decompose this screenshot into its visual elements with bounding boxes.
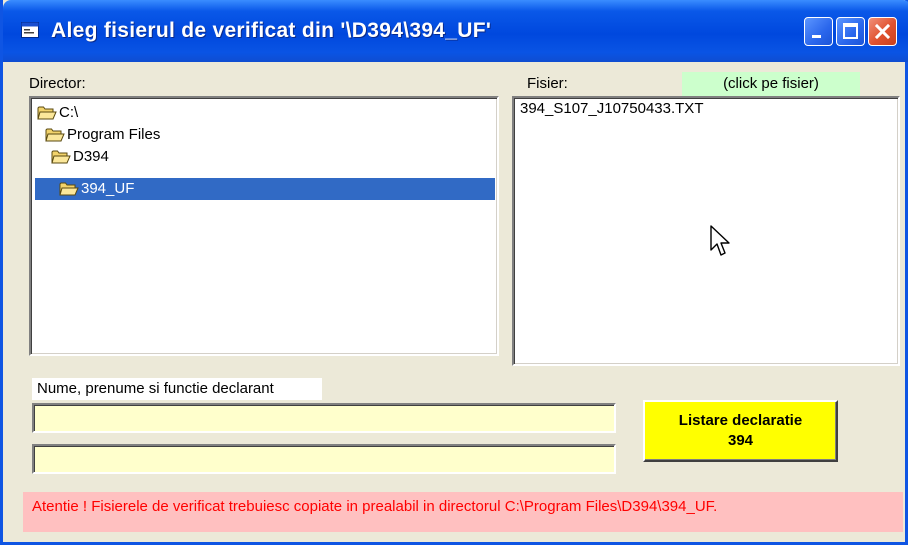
close-icon	[874, 23, 891, 40]
maximize-icon	[843, 23, 858, 39]
button-label-line1: Listare declaratie	[678, 412, 803, 429]
dir-item-d394[interactable]: D394	[51, 146, 477, 168]
folder-open-icon	[51, 150, 71, 164]
director-label: Director:	[29, 75, 86, 92]
dir-item-c[interactable]: C:\	[37, 102, 477, 124]
maximize-button[interactable]	[836, 17, 865, 46]
close-button[interactable]	[868, 17, 897, 46]
warning-message: Atentie ! Fisierele de verificat trebuie…	[23, 492, 903, 532]
dir-item-label: C:\	[59, 104, 79, 121]
click-hint: (click pe fisier)	[682, 72, 860, 96]
file-list[interactable]: 394_S107_J10750433.TXT	[512, 96, 900, 366]
folder-open-icon	[37, 106, 57, 120]
folder-open-icon	[45, 128, 65, 142]
dir-item-394-uf[interactable]: 394_UF	[35, 178, 495, 200]
app-icon	[21, 22, 39, 38]
dir-item-label: 394_UF	[81, 180, 135, 197]
dir-item-label: D394	[73, 148, 109, 165]
mouse-pointer-icon	[710, 225, 730, 256]
directory-list[interactable]: C:\ Program Files D394 394_UF	[29, 96, 499, 356]
folder-open-icon	[59, 182, 79, 196]
minimize-button[interactable]	[804, 17, 833, 46]
fisier-label: Fisier:	[527, 75, 568, 92]
file-item[interactable]: 394_S107_J10750433.TXT	[520, 100, 703, 117]
declarant-name-field[interactable]	[32, 403, 616, 433]
title-bar[interactable]: Aleg fisierul de verificat din '\D394\39…	[3, 0, 908, 62]
dir-item-label: Program Files	[67, 126, 161, 143]
window-title: Aleg fisierul de verificat din '\D394\39…	[51, 19, 492, 42]
declarant-label: Nume, prenume si functie declarant	[32, 378, 322, 400]
dialog-window: Aleg fisierul de verificat din '\D394\39…	[0, 0, 908, 545]
dir-item-program-files[interactable]: Program Files	[45, 124, 477, 146]
minimize-icon	[812, 35, 821, 38]
button-label-line2: 394	[727, 432, 754, 449]
listare-declaratie-button[interactable]: Listare declaratie 394	[643, 400, 838, 462]
declarant-function-field[interactable]	[32, 444, 616, 474]
